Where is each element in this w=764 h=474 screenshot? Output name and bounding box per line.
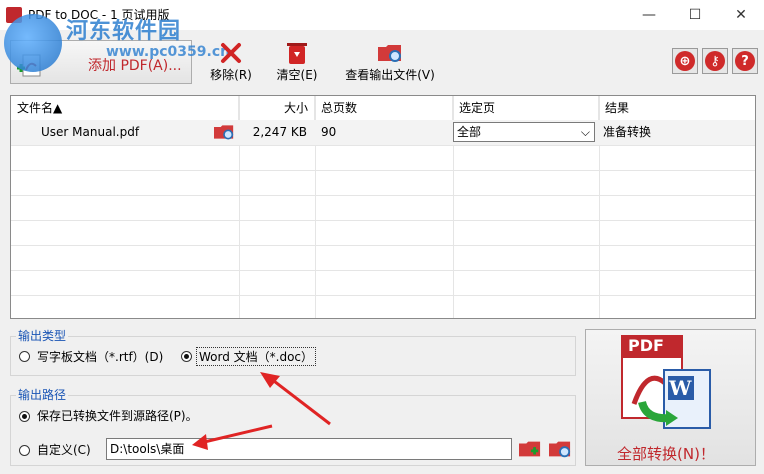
annotation-arrow [269, 376, 331, 426]
annotation-arrow [199, 424, 273, 445]
arrow-head [192, 434, 208, 450]
arrow-head [260, 372, 280, 388]
annotation-arrows [192, 372, 331, 450]
